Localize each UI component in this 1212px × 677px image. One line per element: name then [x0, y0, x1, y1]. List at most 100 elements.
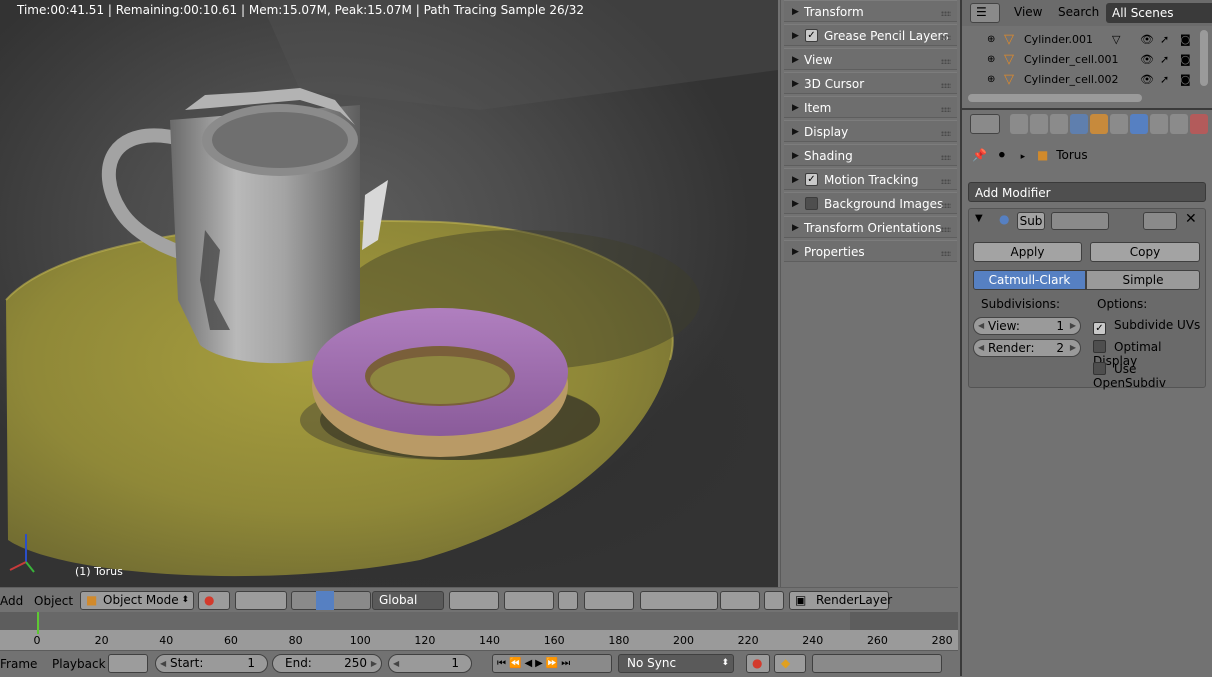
shelf-panel-background-images[interactable]: ▶ Background Images: [784, 192, 957, 214]
menu-playback[interactable]: Playback: [52, 657, 106, 671]
outliner-row[interactable]: ⊕ ▽ Cylinder_cell.001 👁 ➚ ◙: [962, 50, 1202, 70]
scene-tab-icon[interactable]: [1050, 114, 1068, 134]
lock-layers-icon[interactable]: [558, 591, 578, 610]
expand-triangle-icon[interactable]: ▶: [792, 193, 799, 215]
drag-grip-icon[interactable]: [941, 35, 951, 40]
shelf-panel-transform[interactable]: ▶ Transform: [784, 0, 957, 22]
world-tab-icon[interactable]: [1070, 114, 1088, 134]
start-frame-field[interactable]: ◀ Start: 1: [155, 654, 268, 673]
expand-triangle-icon[interactable]: ▶: [792, 97, 799, 119]
expand-icon[interactable]: ⊕: [987, 50, 995, 70]
expand-triangle-icon[interactable]: ▶: [792, 1, 799, 23]
sync-mode-select[interactable]: No Sync ⬍: [618, 654, 734, 673]
record-button[interactable]: ●: [746, 654, 770, 673]
3d-viewport[interactable]: Time:00:41.51 | Remaining:00:10.61 | Mem…: [0, 0, 778, 587]
shelf-panel-shading[interactable]: ▶ Shading: [784, 144, 957, 166]
constraints-tab-icon[interactable]: [1110, 114, 1128, 134]
end-frame-field[interactable]: End: 250 ▶: [272, 654, 382, 673]
decrement-arrow-icon[interactable]: ◀: [978, 340, 984, 356]
move-up-down-buttons[interactable]: [1143, 212, 1177, 230]
expand-triangle-icon[interactable]: ▶: [792, 49, 799, 71]
transform-orientation-select[interactable]: Global: [372, 591, 444, 610]
render-layers-tab-icon[interactable]: [1030, 114, 1048, 134]
decrement-arrow-icon[interactable]: ◀: [160, 655, 166, 672]
drag-grip-icon[interactable]: [941, 251, 951, 256]
material-tab-icon[interactable]: [1170, 114, 1188, 134]
selectable-cursor-icon[interactable]: ➚: [1160, 70, 1169, 90]
outliner-row[interactable]: ⊕ ▽ Cylinder_cell.002 👁 ➚ ◙: [962, 70, 1202, 90]
render-layer-select[interactable]: ▣ RenderLayer: [789, 591, 892, 610]
playback-controls[interactable]: ⏮⏪◀▶⏩⏭: [492, 654, 612, 673]
subdivide-uvs-checkbox[interactable]: ✓ Subdivide UVs: [1093, 318, 1200, 335]
outliner-row[interactable]: ⊕ ▽ Cylinder.001 ▽ 👁 ➚ ◙: [962, 30, 1202, 50]
visibility-eye-icon[interactable]: 👁: [1140, 50, 1154, 70]
selectable-cursor-icon[interactable]: ➚: [1160, 30, 1169, 50]
shelf-panel-grease-pencil-layers[interactable]: ▶ ✓ Grease Pencil Layers: [784, 24, 957, 46]
drag-grip-icon[interactable]: [941, 179, 951, 184]
drag-grip-icon[interactable]: [941, 83, 951, 88]
interaction-mode-select[interactable]: ■ Object Mode ⬍: [80, 591, 194, 610]
drag-grip-icon[interactable]: [941, 155, 951, 160]
menu-object[interactable]: Object: [34, 594, 73, 608]
catmull-clark-toggle[interactable]: Catmull-Clark: [973, 270, 1086, 290]
drag-grip-icon[interactable]: [941, 59, 951, 64]
manipulator-buttons[interactable]: [291, 591, 371, 610]
display-mode-select[interactable]: All Scenes: [1106, 3, 1212, 23]
add-modifier-menu[interactable]: Add Modifier: [968, 182, 1206, 202]
expand-triangle-icon[interactable]: ▶: [792, 169, 799, 191]
timeline[interactable]: 0 20 40 60 80 100 120 140 160 180 200 220 240 260 280: [0, 612, 958, 650]
pin-icon[interactable]: 📌: [972, 148, 987, 162]
preview-range-buttons[interactable]: [108, 654, 148, 673]
expand-triangle-icon[interactable]: ▶: [792, 217, 799, 239]
checkbox-checked-icon[interactable]: ✓: [805, 29, 818, 42]
outliner-vertical-scrollbar[interactable]: [1200, 30, 1208, 86]
shelf-panel-display[interactable]: ▶ Display: [784, 120, 957, 142]
copy-button[interactable]: Copy: [1090, 242, 1200, 262]
drag-grip-icon[interactable]: [941, 227, 951, 232]
render-camera-icon[interactable]: ◙: [1180, 30, 1191, 50]
expand-icon[interactable]: ⊕: [987, 30, 995, 50]
layers-grid-2[interactable]: [504, 591, 554, 610]
keying-set-button[interactable]: ◆: [774, 654, 806, 673]
selectable-cursor-icon[interactable]: ➚: [1160, 50, 1169, 70]
use-opensubdiv-checkbox[interactable]: Use OpenSubdiv: [1093, 362, 1205, 390]
data-tab-icon[interactable]: [1150, 114, 1168, 134]
proportional-edit-buttons[interactable]: [584, 591, 634, 610]
editor-type-button[interactable]: [970, 114, 1000, 134]
modifier-name-field[interactable]: Sub: [1017, 212, 1045, 230]
checkbox-checked-icon[interactable]: ✓: [805, 173, 818, 186]
shelf-panel-properties[interactable]: ▶ Properties: [784, 240, 957, 262]
expand-triangle-icon[interactable]: ▶: [792, 73, 799, 95]
remove-modifier-close-icon[interactable]: ✕: [1185, 211, 1197, 227]
shelf-panel-view[interactable]: ▶ View: [784, 48, 957, 70]
expand-triangle-icon[interactable]: ▶: [792, 121, 799, 143]
apply-button[interactable]: Apply: [973, 242, 1082, 262]
menu-frame[interactable]: Frame: [0, 657, 37, 671]
outliner-menu-view[interactable]: View: [1014, 5, 1042, 19]
increment-arrow-icon[interactable]: ▶: [371, 655, 377, 672]
shelf-panel-item[interactable]: ▶ Item: [784, 96, 957, 118]
layers-grid-1[interactable]: [449, 591, 499, 610]
active-keying-set-field[interactable]: [812, 654, 942, 673]
drag-grip-icon[interactable]: [941, 107, 951, 112]
modifier-display-toggles[interactable]: [1051, 212, 1109, 230]
drag-grip-icon[interactable]: [941, 131, 951, 136]
current-frame-field[interactable]: ◀ 1: [388, 654, 472, 673]
expand-icon[interactable]: ⊕: [987, 70, 995, 90]
outliner-menu-search[interactable]: Search: [1058, 5, 1099, 19]
drag-grip-icon[interactable]: [941, 203, 951, 208]
menu-add[interactable]: Add: [0, 594, 23, 608]
collapse-triangle-icon[interactable]: ▼: [975, 213, 983, 224]
shelf-panel-transform-orientations[interactable]: ▶ Transform Orientations: [784, 216, 957, 238]
object-tab-icon[interactable]: [1090, 114, 1108, 134]
pivot-and-snap-buttons[interactable]: [235, 591, 287, 610]
editor-type-button[interactable]: ☰: [970, 3, 1000, 23]
pause-icon[interactable]: [764, 591, 784, 610]
view-levels-field[interactable]: ◀ View: 1 ▶: [973, 317, 1081, 335]
increment-arrow-icon[interactable]: ▶: [1070, 340, 1076, 356]
checkbox-unchecked-icon[interactable]: [805, 197, 818, 210]
outliner-horizontal-scrollbar[interactable]: [968, 94, 1142, 102]
texture-tab-icon[interactable]: [1190, 114, 1208, 134]
snap-buttons[interactable]: [640, 591, 718, 610]
render-tab-icon[interactable]: [1010, 114, 1028, 134]
